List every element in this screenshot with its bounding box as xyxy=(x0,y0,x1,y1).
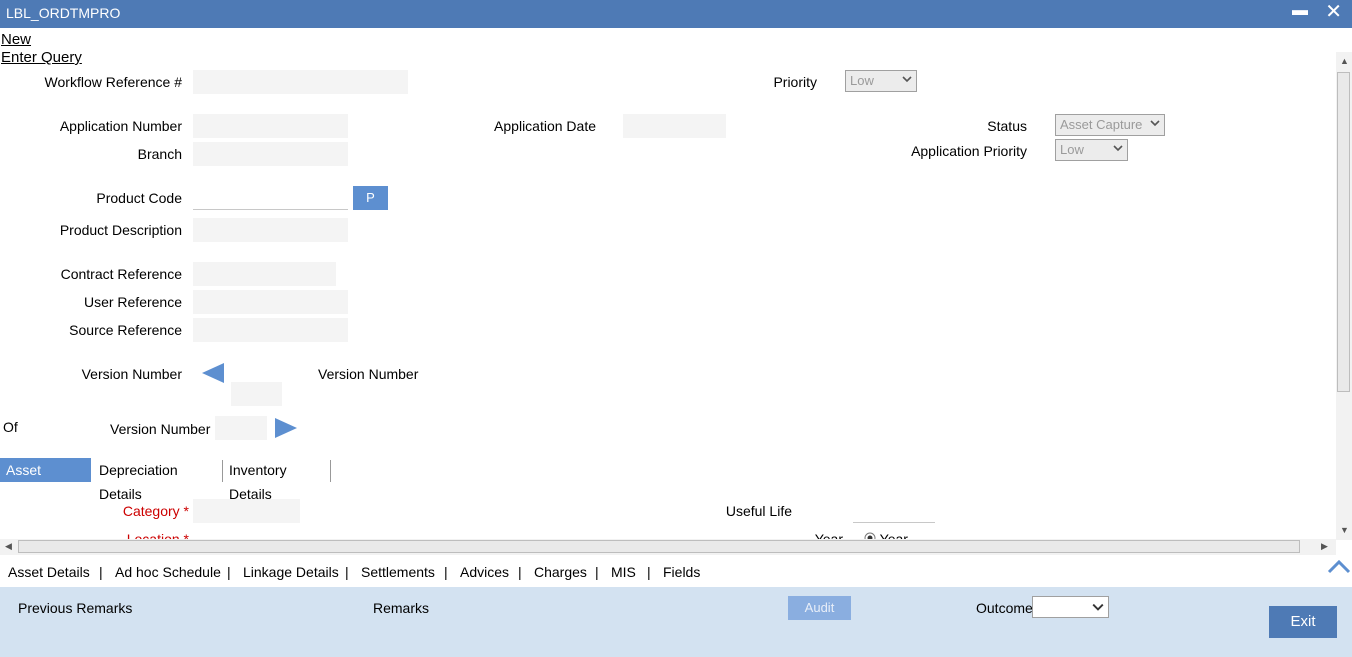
previous-remarks-link[interactable]: Previous Remarks xyxy=(18,600,132,616)
status-value: Asset Capture xyxy=(1060,117,1143,132)
app-number-label: Application Number xyxy=(59,118,182,134)
footer-panel: Previous Remarks Remarks Audit Outcome E… xyxy=(0,587,1352,657)
triangle-right-icon[interactable] xyxy=(275,418,297,438)
version-number-label-3: Version Number xyxy=(110,421,211,437)
priority-label: Priority xyxy=(773,74,817,90)
audit-button[interactable]: Audit xyxy=(788,596,851,620)
total-versions-field[interactable] xyxy=(215,416,267,440)
app-date-label: Application Date xyxy=(494,118,596,134)
exit-button[interactable]: Exit xyxy=(1269,606,1337,638)
tab-divider xyxy=(330,460,331,482)
workflow-ref-field[interactable] xyxy=(193,70,408,94)
nav-separator: | xyxy=(99,564,103,580)
nav-advices[interactable]: Advices xyxy=(460,564,509,580)
chevron-down-icon xyxy=(1113,145,1123,152)
category-field[interactable] xyxy=(193,499,300,523)
nav-asset-details[interactable]: Asset Details xyxy=(8,564,90,580)
scroll-left-icon[interactable]: ◀ xyxy=(5,541,12,552)
workflow-ref-label: Workflow Reference # xyxy=(44,74,182,90)
outcome-label: Outcome xyxy=(976,600,1033,616)
chevron-down-icon xyxy=(1150,120,1160,127)
source-ref-field[interactable] xyxy=(193,318,348,342)
scroll-down-icon[interactable]: ▼ xyxy=(1340,525,1349,535)
window-title: LBL_ORDTMPRO xyxy=(6,5,121,21)
chevron-down-icon xyxy=(1092,603,1104,611)
product-lookup-button[interactable]: P xyxy=(353,186,388,210)
vertical-scrollbar[interactable]: ▲ ▼ xyxy=(1336,52,1352,540)
triangle-left-icon[interactable] xyxy=(202,363,224,383)
app-priority-label: Application Priority xyxy=(911,143,1027,159)
contract-ref-label: Contract Reference xyxy=(60,266,182,282)
version-number-label-2: Version Number xyxy=(318,366,419,382)
subsystem-nav: Asset Details | Ad hoc Schedule | Linkag… xyxy=(0,557,1352,587)
product-desc-field[interactable] xyxy=(193,218,348,242)
nav-separator: | xyxy=(444,564,448,580)
product-code-label: Product Code xyxy=(96,190,182,206)
useful-life-field[interactable] xyxy=(853,499,935,523)
nav-separator: | xyxy=(647,564,651,580)
app-priority-select[interactable]: Low xyxy=(1055,139,1128,161)
nav-separator: | xyxy=(518,564,522,580)
status-label: Status xyxy=(987,118,1027,134)
tab-asset-details[interactable]: Asset Details xyxy=(0,458,91,502)
app-number-field[interactable] xyxy=(193,114,348,138)
contract-ref-field[interactable] xyxy=(193,262,336,286)
category-label: Category * xyxy=(122,503,189,519)
branch-label: Branch xyxy=(137,146,182,162)
nav-fields[interactable]: Fields xyxy=(663,564,700,580)
nav-linkage-details[interactable]: Linkage Details xyxy=(243,564,339,580)
outcome-select[interactable] xyxy=(1032,596,1109,618)
nav-mis[interactable]: MIS xyxy=(611,564,636,580)
horizontal-scrollbar[interactable]: ◀ ▶ xyxy=(0,539,1336,555)
nav-settlements[interactable]: Settlements xyxy=(361,564,435,580)
minimize-icon[interactable]: ▬ xyxy=(1292,2,1308,20)
vertical-scroll-thumb[interactable] xyxy=(1337,72,1350,392)
title-bar: LBL_ORDTMPRO ▬ ✕ xyxy=(0,0,1352,28)
nav-adhoc-schedule[interactable]: Ad hoc Schedule xyxy=(115,564,221,580)
scroll-right-icon[interactable]: ▶ xyxy=(1321,541,1328,552)
version-number-field[interactable] xyxy=(231,382,282,406)
product-desc-label: Product Description xyxy=(59,222,182,238)
app-date-field[interactable] xyxy=(623,114,726,138)
of-label: Of xyxy=(3,419,18,435)
nav-charges[interactable]: Charges xyxy=(534,564,587,580)
nav-separator: | xyxy=(345,564,349,580)
nav-separator: | xyxy=(595,564,599,580)
nav-separator: | xyxy=(227,564,231,580)
scroll-up-icon[interactable]: ▲ xyxy=(1340,56,1349,66)
user-ref-label: User Reference xyxy=(83,294,182,310)
status-select[interactable]: Asset Capture xyxy=(1055,114,1165,136)
chevron-down-icon xyxy=(902,76,912,83)
useful-life-label: Useful Life xyxy=(725,503,792,519)
chevron-up-icon[interactable] xyxy=(1326,557,1352,577)
form-area: Workflow Reference # Priority Low Applic… xyxy=(0,52,1336,540)
source-ref-label: Source Reference xyxy=(69,322,182,338)
tab-depreciation-details[interactable]: Depreciation Details xyxy=(93,458,184,502)
app-priority-value: Low xyxy=(1060,142,1084,157)
close-icon[interactable]: ✕ xyxy=(1325,0,1342,24)
priority-select[interactable]: Low xyxy=(845,70,917,92)
priority-value: Low xyxy=(850,73,874,88)
tab-inventory-details[interactable]: Inventory Details xyxy=(223,458,293,502)
remarks-label: Remarks xyxy=(373,600,430,616)
product-code-field[interactable] xyxy=(193,186,348,210)
horizontal-scroll-thumb[interactable] xyxy=(18,540,1300,553)
new-link[interactable]: New xyxy=(1,31,31,48)
branch-field[interactable] xyxy=(193,142,348,166)
version-number-label: Version Number xyxy=(81,366,182,382)
user-ref-field[interactable] xyxy=(193,290,348,314)
